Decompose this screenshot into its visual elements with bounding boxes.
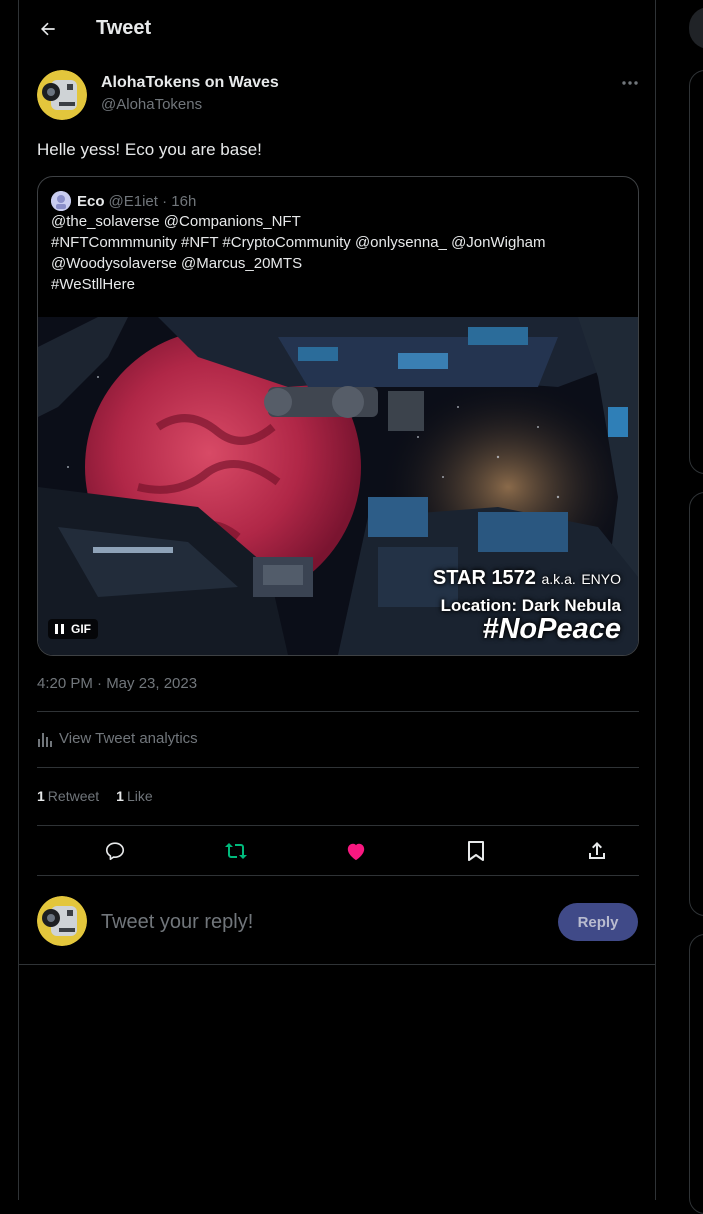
tweet-column: Tweet AlohaTokens on Waves @AlohaTokens … xyxy=(18,0,656,1200)
pause-icon xyxy=(55,624,64,634)
retweet-button[interactable] xyxy=(221,836,251,866)
reply-button[interactable] xyxy=(100,836,130,866)
sidebar-card-partial xyxy=(689,70,703,474)
more-options-button[interactable] xyxy=(615,72,645,94)
divider xyxy=(37,875,639,876)
quoted-text-line: @the_solaverse @Companions_NFT xyxy=(51,213,301,230)
author-handle[interactable]: @AlohaTokens xyxy=(101,96,202,113)
arrow-left-icon xyxy=(41,22,55,36)
sidebar-card-partial xyxy=(689,492,703,916)
heart-icon xyxy=(347,843,365,861)
overlay-star-label: STAR 1572 a.k.a. ENYO xyxy=(433,567,621,590)
overlay-star: STAR 1572 xyxy=(432,567,536,589)
tweet-text: Helle yess! Eco you are base! xyxy=(37,140,262,159)
quoted-tweet-header: Eco @E1iet · 16h xyxy=(51,191,196,211)
divider xyxy=(37,767,639,768)
engagement-stats: 1 Retweet 1 Like xyxy=(37,788,170,804)
overlay-aka: a.k.a. xyxy=(541,571,576,587)
like-label: Like xyxy=(126,788,153,804)
quoted-tweet-text: @the_solaverse @Companions_NFT #NFTCommm… xyxy=(51,211,621,295)
quoted-author-name: Eco xyxy=(77,192,105,210)
retweet-count-stat[interactable]: 1 Retweet xyxy=(37,788,99,804)
quoted-text-line: #NFTCommmunity #NFT #CryptoCommunity @on… xyxy=(51,234,546,251)
page-title: Tweet xyxy=(96,17,152,39)
overlay-hashtag: #NoPeace xyxy=(482,613,621,645)
sidebar-card-partial xyxy=(689,934,703,1214)
share-icon xyxy=(589,842,605,859)
divider xyxy=(37,711,639,712)
bar-chart-icon xyxy=(38,732,52,747)
retweet-label: Retweet xyxy=(47,788,100,804)
like-count-stat[interactable]: 1 Like xyxy=(116,788,152,804)
analytics-label: View Tweet analytics xyxy=(59,730,198,747)
gif-label: GIF xyxy=(71,622,91,636)
like-count: 1 xyxy=(116,788,124,804)
share-button[interactable] xyxy=(582,836,612,866)
overlay-name: ENYO xyxy=(581,571,621,587)
gif-media[interactable]: STAR 1572 a.k.a. ENYO Location: Dark Neb… xyxy=(38,317,638,655)
view-analytics-link[interactable]: View Tweet analytics xyxy=(37,730,198,747)
action-bar xyxy=(37,826,639,874)
bookmark-button[interactable] xyxy=(461,836,491,866)
more-horizontal-icon xyxy=(622,81,638,85)
quoted-text-line: #WeStllHere xyxy=(51,276,135,293)
search-bar-partial[interactable] xyxy=(689,7,703,49)
quoted-author-avatar xyxy=(51,191,71,211)
tweet-timestamp[interactable]: 4:20 PM · May 23, 2023 xyxy=(37,675,197,692)
gif-pause-button[interactable]: GIF xyxy=(48,619,98,639)
retweet-icon xyxy=(225,843,247,859)
quoted-text-line: @Woodysolaverse @Marcus_20MTS xyxy=(51,255,303,272)
author-avatar[interactable] xyxy=(37,70,87,120)
back-button[interactable] xyxy=(33,14,63,44)
header: Tweet xyxy=(19,0,655,58)
quoted-tweet[interactable]: Eco @E1iet · 16h @the_solaverse @Compani… xyxy=(37,176,639,656)
bookmark-icon xyxy=(468,841,484,861)
divider xyxy=(19,964,655,965)
reply-input[interactable]: Tweet your reply! xyxy=(101,906,541,938)
author-display-name[interactable]: AlohaTokens on Waves xyxy=(101,74,279,92)
reply-icon xyxy=(105,842,125,861)
retweet-count: 1 xyxy=(37,788,45,804)
quoted-author-handle-time: @E1iet · 16h xyxy=(108,192,197,210)
reply-user-avatar[interactable] xyxy=(37,896,87,946)
reply-submit-button[interactable]: Reply xyxy=(558,903,638,941)
like-button[interactable] xyxy=(341,836,371,866)
